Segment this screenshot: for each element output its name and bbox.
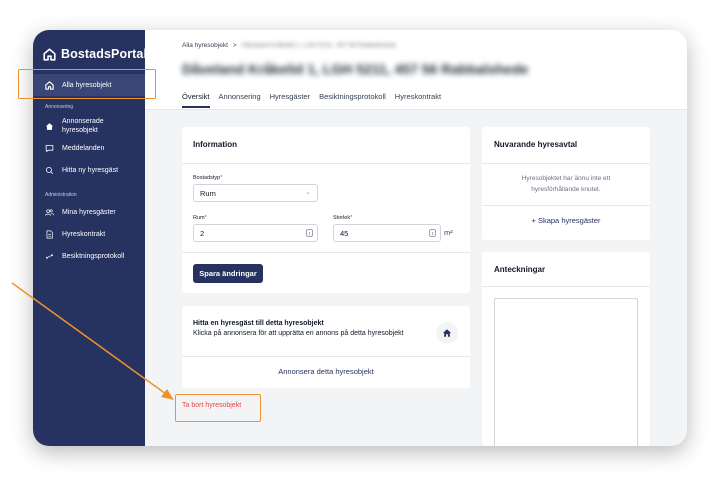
current-lease-card: Nuvarande hyresavtal Hyresobjektet har ä… xyxy=(482,127,650,240)
breadcrumb-root[interactable]: Alla hyresobjekt xyxy=(182,42,228,49)
tab-hyresgaster[interactable]: Hyresgäster xyxy=(270,92,310,108)
tab-hyreskontrakt[interactable]: Hyreskontrakt xyxy=(395,92,441,108)
sidebar-section-label: Annonsering xyxy=(45,104,74,110)
users-icon xyxy=(45,208,54,216)
sidebar-item-label: Hitta ny hyresgäst xyxy=(62,166,119,174)
required-mark: * xyxy=(204,215,207,221)
page-title: Dåveland Kråkelid 1, LGH 5211, 457 56 Ra… xyxy=(182,61,529,77)
label-text: Storlek xyxy=(333,215,351,221)
chevron-down-icon: ⌄ xyxy=(305,189,311,196)
label-text: Rum xyxy=(193,215,205,221)
information-card: Information Bostadstyp* Rum ⌄ Rum* 2 ⇕ S… xyxy=(182,127,470,293)
create-tenant-link[interactable]: + Skapa hyresgäster xyxy=(482,216,650,225)
input-value: 45 xyxy=(340,228,349,238)
card-title: Anteckningar xyxy=(494,265,546,274)
sidebar-item-besiktningsprotokoll[interactable]: Besiktningsprotokoll xyxy=(33,245,145,267)
sidebar-section-label: Administration xyxy=(45,192,77,198)
breadcrumb: Alla hyresobjekt > Dåveland Kråkelid 1, … xyxy=(182,42,396,49)
sidebar-item-label: Mina hyresgäster xyxy=(62,208,116,216)
app-window: BostadsPortal Alla hyresobjekt Annonseri… xyxy=(33,30,687,446)
divider xyxy=(182,356,470,357)
tab-bar: Översikt Annonsering Hyresgäster Besiktn… xyxy=(182,92,441,108)
rum-input[interactable]: 2 ⇕ xyxy=(193,224,318,242)
tab-oversikt[interactable]: Översikt xyxy=(182,92,210,108)
chat-icon xyxy=(45,144,54,152)
sidebar-item-annonserade-hyresobjekt[interactable]: Annonserade hyresobjekt xyxy=(33,113,145,139)
sidebar-item-label: Meddelanden xyxy=(62,144,105,152)
main-content: Alla hyresobjekt > Dåveland Kråkelid 1, … xyxy=(145,30,687,446)
stepper-icon[interactable]: ⇕ xyxy=(306,229,313,237)
app-name: BostadsPortal xyxy=(61,47,148,61)
divider xyxy=(482,163,650,164)
stepper-icon[interactable]: ⇕ xyxy=(429,229,436,237)
lease-empty-line2: hyresförhållande knutet. xyxy=(531,186,601,193)
save-button[interactable]: Spara ändringar xyxy=(193,264,263,283)
home-icon xyxy=(43,47,56,61)
house-icon xyxy=(45,122,54,130)
swap-icon xyxy=(45,253,54,259)
sidebar: BostadsPortal Alla hyresobjekt Annonseri… xyxy=(33,30,147,446)
divider xyxy=(182,163,470,164)
sidebar-item-hitta-ny-hyresgast[interactable]: Hitta ny hyresgäst xyxy=(33,159,145,181)
house-badge xyxy=(436,322,458,344)
sidebar-item-mina-hyresgaster[interactable]: Mina hyresgäster xyxy=(33,201,145,223)
label-text: Bostadstyp xyxy=(193,175,221,181)
required-mark: * xyxy=(220,175,223,181)
document-icon xyxy=(46,229,53,239)
advertise-link[interactable]: Annonsera detta hyresobjekt xyxy=(182,367,470,376)
bostadstyp-label: Bostadstyp* xyxy=(193,175,222,181)
home-icon xyxy=(45,80,54,90)
tab-besiktningsprotokoll[interactable]: Besiktningsprotokoll xyxy=(319,92,386,108)
input-value: 2 xyxy=(200,228,205,238)
storlek-input[interactable]: 45 ⇕ xyxy=(333,224,441,242)
page-header: Alla hyresobjekt > Dåveland Kråkelid 1, … xyxy=(145,30,687,110)
tab-annonsering[interactable]: Annonsering xyxy=(219,92,261,108)
card-title: Information xyxy=(193,140,237,149)
select-value: Rum xyxy=(200,188,216,198)
notes-card: Anteckningar xyxy=(482,252,650,446)
storlek-label: Storlek* xyxy=(333,215,352,221)
sidebar-item-label: Besiktningsprotokoll xyxy=(62,252,125,260)
sidebar-item-alla-hyresobjekt[interactable]: Alla hyresobjekt xyxy=(33,74,145,96)
search-icon xyxy=(46,166,54,174)
notes-textarea[interactable] xyxy=(494,298,638,446)
storlek-unit: m² xyxy=(444,228,453,237)
sidebar-item-label: Alla hyresobjekt xyxy=(62,81,112,89)
divider xyxy=(182,252,470,253)
find-tenant-title: Hitta en hyresgäst till detta hyresobjek… xyxy=(193,320,324,327)
sidebar-item-label: Hyreskontrakt xyxy=(62,230,106,238)
divider xyxy=(482,286,650,287)
divider xyxy=(482,205,650,206)
rum-label: Rum* xyxy=(193,215,207,221)
required-mark: * xyxy=(350,215,353,221)
bostadstyp-select[interactable]: Rum ⌄ xyxy=(193,184,318,202)
find-tenant-card: Hitta en hyresgäst till detta hyresobjek… xyxy=(182,306,470,388)
find-tenant-description: Klicka på annonsera för att upprätta en … xyxy=(193,330,404,337)
breadcrumb-separator: > xyxy=(232,42,237,49)
sidebar-item-hyreskontrakt[interactable]: Hyreskontrakt xyxy=(33,223,145,245)
app-logo[interactable]: BostadsPortal xyxy=(43,47,147,61)
sidebar-item-meddelanden[interactable]: Meddelanden xyxy=(33,137,145,159)
delete-object-link[interactable]: Ta bort hyresobjekt xyxy=(182,402,241,409)
card-title: Nuvarande hyresavtal xyxy=(494,140,578,149)
lease-empty-line1: Hyresobjektet har ännu inte ett xyxy=(521,175,611,182)
house-icon xyxy=(442,329,452,337)
sidebar-item-label: Annonserade hyresobjekt xyxy=(62,118,104,134)
breadcrumb-current: Dåveland Kråkelid 1, LGH 5211, 457 56 Ra… xyxy=(241,42,397,49)
